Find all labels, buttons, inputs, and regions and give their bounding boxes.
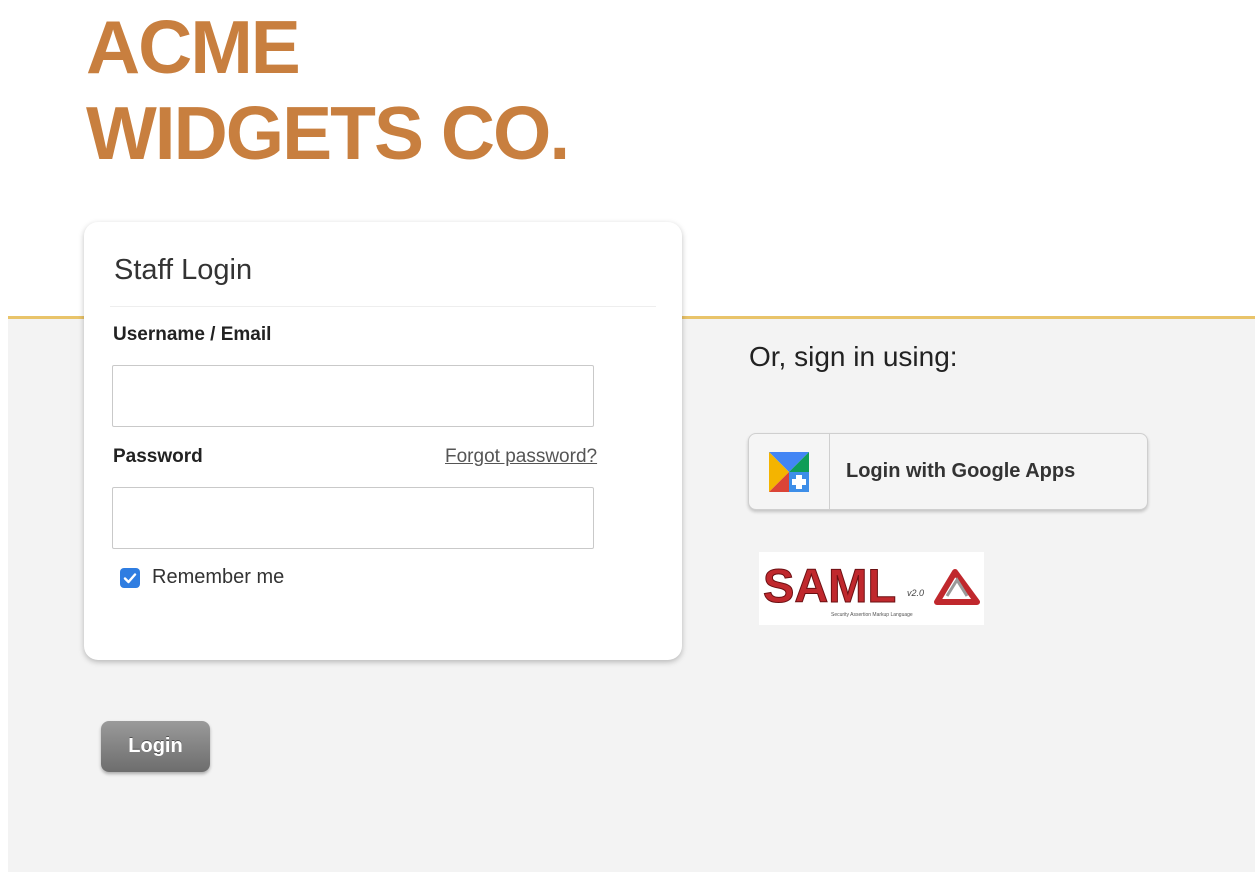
brand-line-1: ACME xyxy=(86,5,301,89)
checkmark-icon xyxy=(123,572,137,583)
saml-logo-icon: SAML v2.0 Security Assertion Markup Lang… xyxy=(763,559,980,618)
brand-logo: ACME WIDGETS CO. xyxy=(86,4,570,176)
login-button[interactable]: Login xyxy=(101,721,210,772)
card-divider xyxy=(110,306,656,307)
google-apps-label: Login with Google Apps xyxy=(846,460,1076,482)
svg-text:Security Assertion Markup Lang: Security Assertion Markup Language xyxy=(831,612,913,618)
remember-me-checkbox[interactable] xyxy=(120,567,140,588)
alt-signin-heading: Or, sign in using: xyxy=(749,341,958,372)
forgot-password-link[interactable]: Forgot password? xyxy=(445,446,597,468)
svg-text:SAML: SAML xyxy=(763,559,896,612)
remember-me-row[interactable]: Remember me xyxy=(120,566,284,589)
password-label: Password xyxy=(113,446,203,467)
google-apps-icon xyxy=(769,451,809,492)
saml-login-logo[interactable]: SAML v2.0 Security Assertion Markup Lang… xyxy=(759,552,984,625)
brand-line-2: WIDGETS CO. xyxy=(86,91,570,175)
google-icon-cell xyxy=(749,434,830,509)
google-apps-login-button[interactable]: Login with Google Apps xyxy=(748,433,1148,510)
staff-login-card: Staff Login Username / Email Password Fo… xyxy=(84,222,682,660)
username-input[interactable] xyxy=(112,365,594,427)
card-title: Staff Login xyxy=(114,254,253,286)
username-label: Username / Email xyxy=(113,324,272,345)
svg-text:v2.0: v2.0 xyxy=(907,588,924,598)
remember-me-label: Remember me xyxy=(152,566,285,588)
password-input[interactable] xyxy=(112,487,594,549)
